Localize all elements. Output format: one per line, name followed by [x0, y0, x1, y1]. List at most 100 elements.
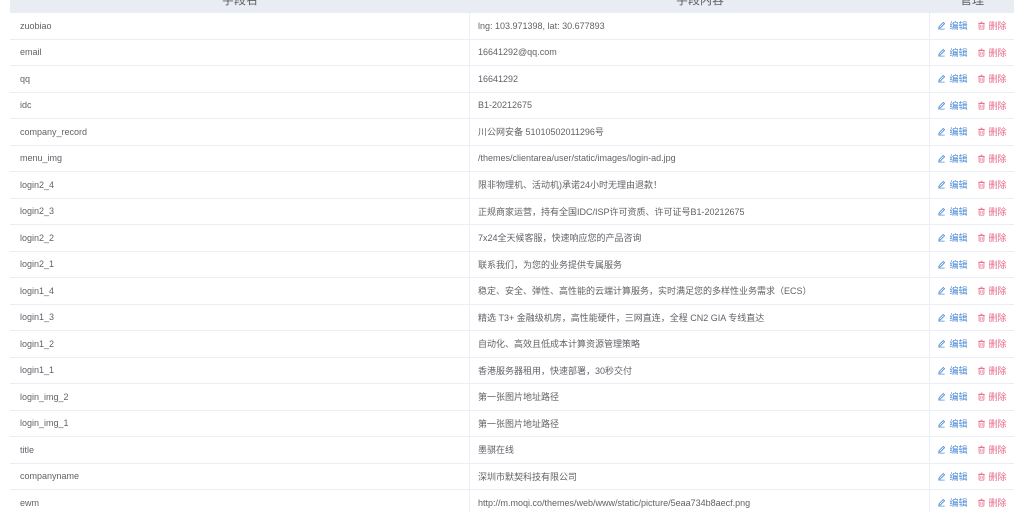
- manage-cell: 编辑 删除: [930, 411, 1014, 437]
- field-value-cell: 第一张图片地址路径: [470, 410, 930, 436]
- trash-icon: [977, 419, 986, 428]
- edit-button[interactable]: 编辑: [937, 311, 968, 324]
- delete-label: 删除: [988, 339, 1007, 350]
- delete-label: 删除: [988, 286, 1007, 297]
- delete-button[interactable]: 删除: [977, 19, 1007, 32]
- delete-label: 删除: [988, 233, 1007, 244]
- delete-button[interactable]: 删除: [977, 364, 1007, 377]
- trash-icon: [977, 445, 986, 454]
- field-name-cell: login1_4: [10, 278, 470, 304]
- pencil-icon: [937, 48, 946, 57]
- trash-icon: [977, 101, 986, 110]
- pencil-icon: [937, 21, 946, 30]
- manage-cell: 编辑 删除: [930, 278, 1014, 304]
- edit-button[interactable]: 编辑: [937, 205, 968, 218]
- edit-button[interactable]: 编辑: [937, 337, 968, 350]
- delete-button[interactable]: 删除: [977, 46, 1007, 59]
- field-value-cell: 限非物理机、活动机)承诺24小时无理由退款！: [470, 172, 930, 198]
- field-name: idc: [20, 100, 32, 111]
- edit-button[interactable]: 编辑: [937, 470, 968, 483]
- delete-label: 删除: [988, 74, 1007, 85]
- edit-button[interactable]: 编辑: [937, 178, 968, 191]
- field-name: login_img_1: [20, 418, 69, 429]
- delete-button[interactable]: 删除: [977, 125, 1007, 138]
- edit-label: 编辑: [949, 259, 968, 270]
- field-value-cell: 第一张图片地址路径: [470, 384, 930, 410]
- edit-button[interactable]: 编辑: [937, 19, 968, 32]
- edit-button[interactable]: 编辑: [937, 258, 968, 271]
- field-value: 限非物理机、活动机)承诺24小时无理由退款！: [478, 180, 663, 191]
- field-value-cell: lng: 103.971398, lat: 30.677893: [470, 13, 930, 39]
- delete-button[interactable]: 删除: [977, 496, 1007, 509]
- field-name-cell: login_img_2: [10, 384, 470, 410]
- field-name: companyname: [20, 471, 80, 482]
- table-header: 字段名 字段内容 管理: [10, 0, 1014, 13]
- field-value: 川公网安备 51010502011296号: [478, 127, 604, 138]
- delete-button[interactable]: 删除: [977, 284, 1007, 297]
- edit-button[interactable]: 编辑: [937, 125, 968, 138]
- edit-button[interactable]: 编辑: [937, 99, 968, 112]
- manage-cell: 编辑 删除: [930, 40, 1014, 66]
- trash-icon: [977, 21, 986, 30]
- delete-button[interactable]: 删除: [977, 470, 1007, 483]
- field-value-cell: 16641292@qq.com: [470, 39, 930, 65]
- table-row: login2_4 限非物理机、活动机)承诺24小时无理由退款！ 编辑 删除: [10, 172, 1014, 199]
- table-row: company_record 川公网安备 51010502011296号 编辑 删除: [10, 119, 1014, 146]
- field-value-cell: 深圳市默契科技有限公司: [470, 463, 930, 489]
- table-row: login_img_2 第一张图片地址路径 编辑 删除: [10, 384, 1014, 411]
- field-name: menu_img: [20, 153, 63, 164]
- manage-cell: 编辑 删除: [930, 93, 1014, 119]
- delete-button[interactable]: 删除: [977, 390, 1007, 403]
- edit-label: 编辑: [949, 127, 968, 138]
- edit-button[interactable]: 编辑: [937, 284, 968, 297]
- edit-button[interactable]: 编辑: [937, 364, 968, 377]
- edit-button[interactable]: 编辑: [937, 72, 968, 85]
- header-field-value: 字段内容: [675, 0, 724, 7]
- edit-button[interactable]: 编辑: [937, 443, 968, 456]
- delete-label: 删除: [988, 180, 1007, 191]
- trash-icon: [977, 339, 986, 348]
- delete-button[interactable]: 删除: [977, 178, 1007, 191]
- manage-cell: 编辑 删除: [930, 331, 1014, 357]
- delete-button[interactable]: 删除: [977, 311, 1007, 324]
- table-row: qq 16641292 编辑 删除: [10, 66, 1014, 93]
- field-value-cell: http://m.moqi.co/themes/web/www/static/p…: [470, 490, 930, 512]
- field-value: 第一张图片地址路径: [478, 418, 560, 429]
- delete-button[interactable]: 删除: [977, 258, 1007, 271]
- field-value-cell: 7x24全天候客服，快速响应您的产品咨询: [470, 225, 930, 251]
- field-name-cell: ewm: [10, 490, 470, 512]
- edit-button[interactable]: 编辑: [937, 496, 968, 509]
- manage-cell: 编辑 删除: [930, 172, 1014, 198]
- delete-button[interactable]: 删除: [977, 231, 1007, 244]
- field-value: http://m.moqi.co/themes/web/www/static/p…: [478, 497, 751, 508]
- edit-button[interactable]: 编辑: [937, 231, 968, 244]
- field-value: 16641292@qq.com: [478, 47, 557, 58]
- manage-cell: 编辑 删除: [930, 252, 1014, 278]
- delete-button[interactable]: 删除: [977, 99, 1007, 112]
- delete-button[interactable]: 删除: [977, 72, 1007, 85]
- edit-button[interactable]: 编辑: [937, 417, 968, 430]
- field-value: 精选 T3+ 金融级机房，高性能硬件，三网直连，全程 CN2 GIA 专线直达: [478, 312, 765, 323]
- field-name: login1_4: [20, 285, 55, 296]
- edit-label: 编辑: [949, 233, 968, 244]
- delete-button[interactable]: 删除: [977, 205, 1007, 218]
- manage-cell: 编辑 删除: [930, 464, 1014, 490]
- delete-button[interactable]: 删除: [977, 443, 1007, 456]
- delete-button[interactable]: 删除: [977, 417, 1007, 430]
- delete-label: 删除: [988, 445, 1007, 456]
- manage-cell: 编辑 删除: [930, 384, 1014, 410]
- delete-label: 删除: [988, 365, 1007, 376]
- edit-label: 编辑: [949, 100, 968, 111]
- edit-label: 编辑: [949, 339, 968, 350]
- edit-button[interactable]: 编辑: [937, 152, 968, 165]
- pencil-icon: [937, 260, 946, 269]
- pencil-icon: [937, 366, 946, 375]
- edit-button[interactable]: 编辑: [937, 46, 968, 59]
- settings-table: 字段名 字段内容 管理 zuobiao lng: 103.971398, lat:…: [10, 0, 1014, 512]
- delete-button[interactable]: 删除: [977, 152, 1007, 165]
- edit-button[interactable]: 编辑: [937, 390, 968, 403]
- field-name-cell: login_img_1: [10, 410, 470, 436]
- pencil-icon: [937, 154, 946, 163]
- pencil-icon: [937, 74, 946, 83]
- delete-button[interactable]: 删除: [977, 337, 1007, 350]
